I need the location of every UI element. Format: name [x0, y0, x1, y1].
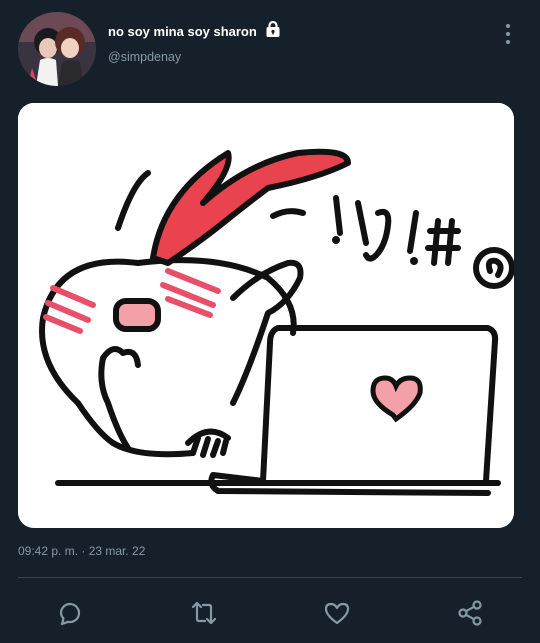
divider	[18, 577, 522, 578]
user-name-row[interactable]: no soy mina soy sharon	[108, 20, 283, 39]
more-dot	[506, 32, 510, 36]
share-icon	[458, 600, 482, 626]
action-bar	[0, 593, 540, 633]
tweet: no soy mina soy sharon @simpdenay 09:42 …	[0, 0, 540, 643]
reply-button[interactable]	[50, 593, 90, 633]
heart-icon	[324, 602, 350, 625]
tweet-timestamp[interactable]: 09:42 p. m. · 23 mar. 22	[18, 544, 145, 558]
more-dot	[506, 40, 510, 44]
retweet-icon	[191, 601, 217, 625]
comment-icon	[59, 602, 81, 626]
blushing-cartoon-illustration	[18, 103, 514, 528]
more-vertical-icon[interactable]	[501, 22, 515, 46]
display-name[interactable]: no soy mina soy sharon	[108, 24, 257, 39]
retweet-button[interactable]	[184, 593, 224, 633]
avatar[interactable]	[18, 12, 96, 86]
avatar-photo	[18, 12, 96, 86]
more-dot	[506, 24, 510, 28]
user-handle[interactable]: @simpdenay	[108, 50, 181, 64]
tweet-media[interactable]	[18, 103, 514, 528]
like-button[interactable]	[317, 593, 357, 633]
share-button[interactable]	[450, 593, 490, 633]
lock-icon	[266, 20, 280, 37]
